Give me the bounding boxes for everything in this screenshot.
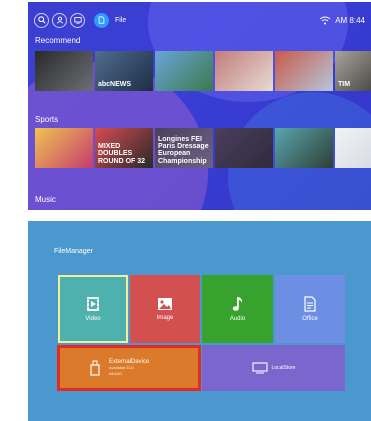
- media-thumbnail[interactable]: [35, 128, 93, 168]
- local-store-tile[interactable]: LocalStore: [202, 345, 345, 391]
- media-thumbnail[interactable]: [215, 51, 273, 91]
- image-icon: [158, 298, 172, 310]
- film-icon: [87, 297, 99, 311]
- user-icon[interactable]: [52, 12, 67, 28]
- page-title: FileManager: [54, 248, 93, 255]
- media-thumbnail[interactable]: [335, 128, 371, 168]
- monitor-icon: [251, 362, 268, 374]
- thumbnail-caption: abcNEWS: [98, 80, 132, 88]
- media-thumbnail[interactable]: TIM: [335, 51, 371, 91]
- media-thumbnail[interactable]: abcNEWS: [95, 51, 153, 91]
- music-note-icon: [232, 297, 242, 311]
- external-device-total: All:64G: [109, 371, 123, 376]
- row-title-recommend: Recommend: [35, 36, 81, 45]
- row-title-music: Music: [35, 195, 56, 204]
- thumbnail-caption: MIXED DOUBLES ROUND OF 32: [98, 142, 146, 165]
- audio-label: Audio: [229, 316, 246, 322]
- status-right: AM 8:44: [319, 16, 365, 25]
- media-thumbnail[interactable]: Longines FEI Paris Dressage European Cha…: [155, 128, 213, 168]
- tv-icon[interactable]: [70, 12, 85, 28]
- thumbnail-caption: TIM: [338, 80, 351, 88]
- row-title-sports: Sports: [35, 115, 59, 124]
- office-label: Office: [302, 316, 318, 322]
- recommend-row: abcNEWS TIM: [35, 51, 371, 91]
- media-thumbnail[interactable]: [35, 51, 93, 91]
- media-thumbnail[interactable]: MIXED DOUBLES ROUND OF 32: [95, 128, 153, 168]
- audio-tile[interactable]: Audio: [202, 275, 273, 343]
- media-thumbnail[interactable]: [215, 128, 273, 168]
- local-store-label: LocalStore: [271, 365, 296, 371]
- time-label: AM 8:44: [335, 15, 365, 25]
- media-thumbnail[interactable]: [275, 128, 333, 168]
- screenshot-root: File AM 8:44 Recommend abcNEWS TIM Sports…: [0, 0, 371, 421]
- file-icon[interactable]: [94, 12, 109, 28]
- external-device-info: ExternalDevice Available:31G All:64G: [109, 359, 149, 377]
- wifi-icon: [319, 16, 331, 24]
- media-thumbnail[interactable]: [155, 51, 213, 91]
- search-icon[interactable]: [34, 12, 49, 28]
- document-icon: [304, 296, 316, 312]
- external-device-tile[interactable]: ExternalDevice Available:31G All:64G: [57, 345, 201, 391]
- usb-drive-icon: [90, 360, 100, 376]
- sports-row: MIXED DOUBLES ROUND OF 32 Longines FEI Pa…: [35, 128, 371, 168]
- image-label: Image: [156, 315, 174, 321]
- image-tile[interactable]: Image: [130, 275, 200, 343]
- file-manager-screen: FileManager Video Image Audio Office Ext…: [28, 221, 371, 421]
- file-tab-label[interactable]: File: [115, 17, 126, 24]
- media-thumbnail[interactable]: [275, 51, 333, 91]
- video-tile[interactable]: Video: [58, 275, 128, 343]
- video-label: Video: [85, 316, 101, 322]
- thumbnail-caption: Longines FEI Paris Dressage European Cha…: [158, 135, 209, 165]
- top-status-bar: File AM 8:44: [34, 11, 365, 29]
- launcher-home-screen: File AM 8:44 Recommend abcNEWS TIM Sports…: [28, 2, 371, 210]
- office-tile[interactable]: Office: [275, 275, 345, 343]
